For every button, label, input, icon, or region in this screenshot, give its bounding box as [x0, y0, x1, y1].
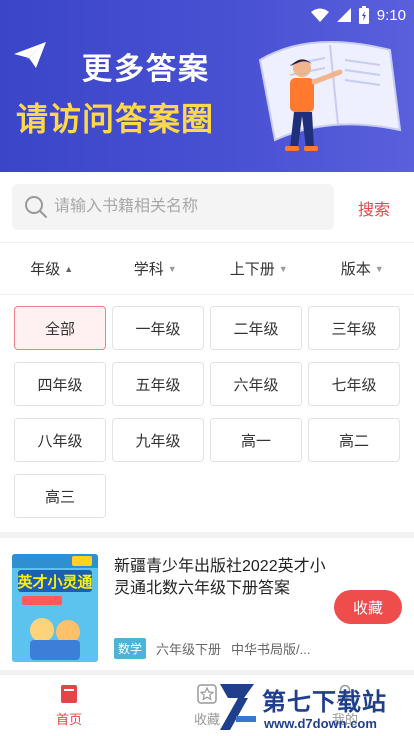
filter-subject[interactable]: 学科 ▼: [104, 243, 208, 294]
grade-option[interactable]: 高三: [14, 474, 106, 518]
caret-up-icon: ▲: [64, 263, 74, 274]
paper-plane-icon: [14, 42, 46, 68]
book-cover-art: 英才小灵通: [12, 554, 98, 662]
filter-volume[interactable]: 上下册 ▼: [207, 243, 311, 294]
search-bar: 搜索: [0, 172, 414, 242]
nav-home[interactable]: 首页: [0, 675, 138, 736]
banner-line2: 请访问答案圈: [16, 101, 215, 137]
watermark-name: 第七下载站: [262, 689, 387, 716]
grade-option[interactable]: 七年级: [308, 362, 400, 406]
search-box[interactable]: [12, 184, 334, 230]
book-cover: 英才小灵通: [12, 554, 98, 662]
book-icon: [61, 685, 77, 703]
book-title[interactable]: 新疆青少年出版社2022英才小灵通北数六年级下册答案: [114, 556, 326, 600]
signal-icon: [336, 8, 351, 22]
filter-label: 上下册: [229, 261, 275, 278]
filter-grade[interactable]: 年级 ▲: [0, 243, 104, 294]
grade-option[interactable]: 一年级: [112, 306, 204, 350]
caret-down-icon: ▼: [167, 263, 177, 274]
wifi-icon: [310, 8, 329, 22]
grade-option[interactable]: 四年级: [14, 362, 106, 406]
filter-edition[interactable]: 版本 ▼: [311, 243, 414, 294]
filter-bar: 年级 ▲ 学科 ▼ 上下册 ▼ 版本 ▼: [0, 242, 414, 294]
grade-option-all[interactable]: 全部: [14, 306, 106, 350]
watermark: 第七下载站 www.d7down.com: [214, 680, 414, 736]
grade-options: 全部 一年级 二年级 三年级 四年级 五年级 六年级 七年级 八年级 九年级 高…: [0, 294, 414, 532]
grade-option[interactable]: 高一: [210, 418, 302, 462]
reading-illustration: [258, 41, 402, 151]
watermark-logo-icon: [220, 684, 256, 730]
status-bar: 9:10: [0, 0, 414, 32]
search-input[interactable]: [54, 192, 324, 222]
filter-label: 年级: [30, 261, 61, 278]
banner-line1: 更多答案: [82, 53, 210, 86]
cover-title: 英才小灵通: [17, 573, 92, 591]
grade-option[interactable]: 三年级: [308, 306, 400, 350]
nav-label: 首页: [55, 712, 82, 727]
grade-option[interactable]: 二年级: [210, 306, 302, 350]
collect-button[interactable]: 收藏: [334, 590, 402, 624]
grade-option[interactable]: 五年级: [112, 362, 204, 406]
watermark-url: www.d7down.com: [264, 716, 377, 731]
filter-label: 版本: [340, 261, 371, 278]
book-grade: 六年级下册: [156, 642, 222, 657]
grade-option[interactable]: 八年级: [14, 418, 106, 462]
grade-option[interactable]: 高二: [308, 418, 400, 462]
caret-down-icon: ▼: [278, 263, 288, 274]
caret-down-icon: ▼: [374, 263, 384, 274]
grade-option[interactable]: 六年级: [210, 362, 302, 406]
book-publisher: 中华书局版/...: [231, 642, 311, 657]
search-icon: [25, 196, 47, 218]
grade-option[interactable]: 九年级: [112, 418, 204, 462]
book-card[interactable]: 英才小灵通 新疆青少年出版社2022英才小灵通北数六年级下册答案 收藏 数学 六…: [0, 538, 414, 670]
subject-tag: 数学: [114, 638, 147, 659]
filter-label: 学科: [133, 261, 164, 278]
battery-icon: [358, 6, 369, 24]
status-time: 9:10: [376, 6, 406, 24]
book-meta: 数学 六年级下册 中华书局版/...: [114, 638, 310, 659]
search-button[interactable]: 搜索: [346, 194, 402, 222]
